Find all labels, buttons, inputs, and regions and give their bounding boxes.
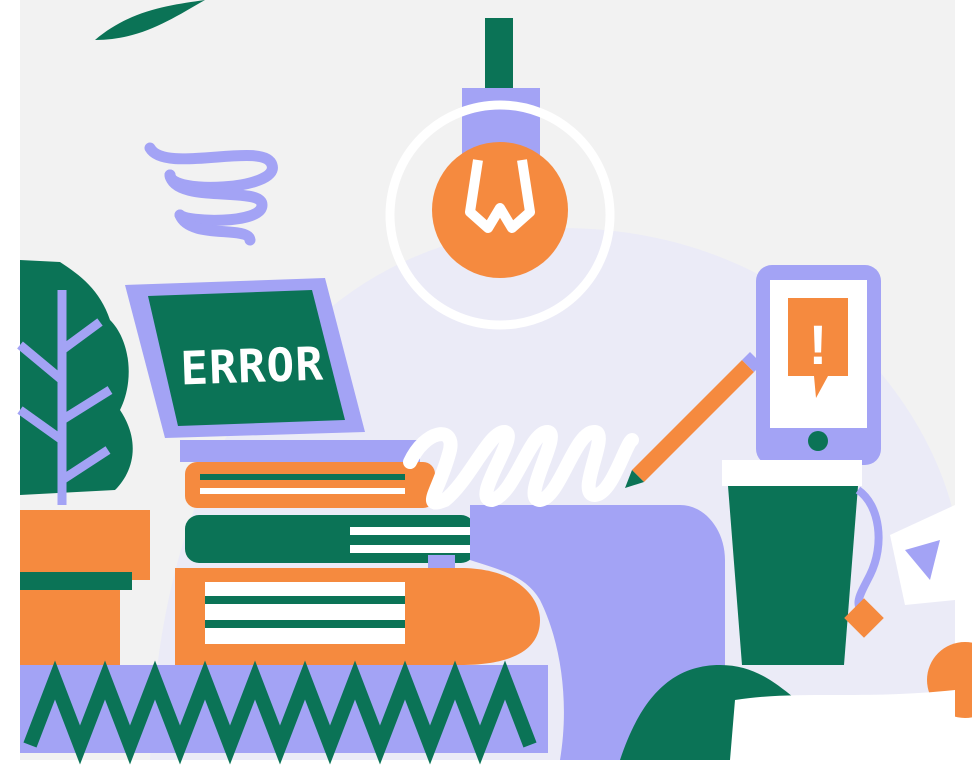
cup-body xyxy=(728,486,858,665)
laptop-base xyxy=(180,440,420,462)
phone-home-button xyxy=(808,431,828,451)
smartphone-icon: ! xyxy=(756,265,881,465)
white-wave xyxy=(730,690,955,760)
book-1 xyxy=(185,462,435,508)
cup-lid xyxy=(722,460,862,486)
alert-symbol: ! xyxy=(809,313,828,376)
plant-pot xyxy=(20,590,120,665)
plant-pot-band xyxy=(20,572,132,590)
lamp-cord xyxy=(485,18,513,88)
error-illustration: ERROR ! xyxy=(0,0,972,765)
plant-pot-rim xyxy=(20,510,150,580)
laptop-error-text: ERROR xyxy=(179,337,324,396)
